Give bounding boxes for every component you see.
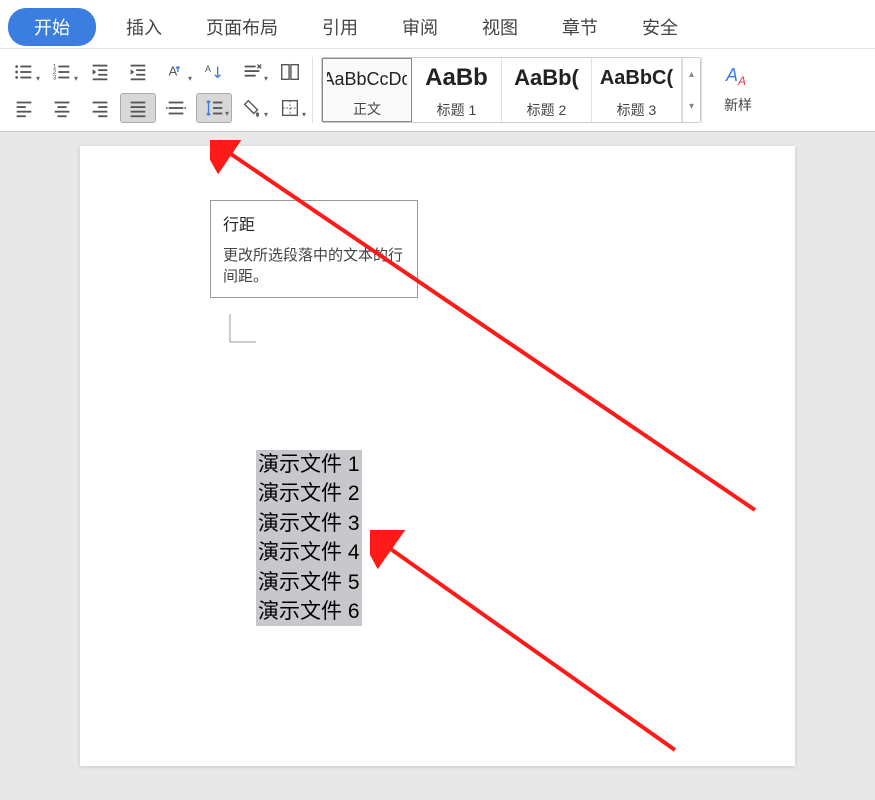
tab-start[interactable]: 开始 (8, 8, 96, 46)
tab-chapter[interactable]: 章节 (540, 6, 620, 48)
svg-text:3: 3 (53, 74, 57, 81)
shading-button[interactable]: ▾ (234, 93, 270, 123)
tab-pagelayout[interactable]: 页面布局 (184, 6, 300, 48)
sort-button[interactable]: A (196, 57, 232, 87)
doc-line[interactable]: 演示文件 6 (256, 597, 362, 626)
align-right-button[interactable] (82, 93, 118, 123)
gallery-scroll-down[interactable]: ▾ (683, 90, 700, 122)
style-label: 标题 3 (596, 98, 677, 120)
tab-security[interactable]: 安全 (620, 6, 700, 48)
style-heading2[interactable]: AaBb( 标题 2 (502, 58, 592, 122)
line-spacing-button[interactable]: ▾ (196, 93, 232, 123)
doc-line[interactable]: 演示文件 5 (256, 568, 362, 597)
styles-gallery: AaBbCcDd 正文 AaBb 标题 1 AaBb( 标题 2 AaBbC( … (321, 57, 701, 123)
tab-reference[interactable]: 引用 (300, 6, 380, 48)
tab-insert[interactable]: 插入 (104, 6, 184, 48)
numbered-list-button[interactable]: 123 ▾ (44, 57, 80, 87)
doc-line[interactable]: 演示文件 1 (256, 450, 362, 479)
tab-view[interactable]: 视图 (460, 6, 540, 48)
doc-line[interactable]: 演示文件 3 (256, 509, 362, 538)
paragraph-group: ▾ 123 ▾ A ▾ A (4, 57, 313, 123)
style-label: 标题 2 (506, 98, 587, 120)
distribute-button[interactable] (158, 93, 194, 123)
svg-text:A: A (737, 74, 746, 88)
tab-bar: 开始 插入 页面布局 引用 审阅 视图 章节 安全 (0, 0, 875, 48)
decrease-indent-button[interactable] (82, 57, 118, 87)
align-left-button[interactable] (6, 93, 42, 123)
tooltip-desc: 更改所选段落中的文本的行间距。 (223, 245, 405, 287)
svg-text:A: A (725, 65, 738, 85)
new-style-icon: A A (722, 61, 754, 93)
text-direction-button[interactable]: A ▾ (158, 57, 194, 87)
align-center-button[interactable] (44, 93, 80, 123)
style-preview: AaBbC( (596, 62, 677, 94)
style-label: 标题 1 (416, 98, 497, 120)
style-heading3[interactable]: AaBbC( 标题 3 (592, 58, 682, 122)
new-style-label: 新样 (724, 95, 752, 115)
clear-formatting-button[interactable]: ▾ (234, 57, 270, 87)
style-heading1[interactable]: AaBb 标题 1 (412, 58, 502, 122)
bullet-list-button[interactable]: ▾ (6, 57, 42, 87)
paragraph-marks-button[interactable] (272, 57, 308, 87)
style-label: 正文 (327, 97, 407, 119)
tab-review[interactable]: 审阅 (380, 6, 460, 48)
line-spacing-tooltip: 行距 更改所选段落中的文本的行间距。 (210, 200, 418, 298)
borders-button[interactable]: ▾ (272, 93, 308, 123)
svg-text:A: A (205, 64, 212, 74)
style-preview: AaBbCcDd (327, 63, 407, 95)
selected-text-block[interactable]: 演示文件 1 演示文件 2 演示文件 3 演示文件 4 演示文件 5 演示文件 … (256, 450, 362, 626)
style-preview: AaBb( (506, 62, 587, 94)
gallery-scroll: ▴ ▾ (682, 58, 700, 122)
new-style-button[interactable]: A A 新样 (701, 57, 766, 123)
svg-text:A: A (169, 64, 178, 79)
document-page[interactable] (80, 146, 795, 766)
tooltip-connector (228, 312, 258, 352)
style-preview: AaBb (416, 62, 497, 94)
increase-indent-button[interactable] (120, 57, 156, 87)
align-justify-button[interactable] (120, 93, 156, 123)
tooltip-title: 行距 (223, 211, 405, 235)
gallery-scroll-up[interactable]: ▴ (683, 58, 700, 90)
ribbon: 开始 插入 页面布局 引用 审阅 视图 章节 安全 ▾ 123 ▾ (0, 0, 875, 132)
toolbar: ▾ 123 ▾ A ▾ A (0, 48, 875, 131)
doc-line[interactable]: 演示文件 2 (256, 479, 362, 508)
style-normal[interactable]: AaBbCcDd 正文 (322, 58, 412, 122)
doc-line[interactable]: 演示文件 4 (256, 538, 362, 567)
